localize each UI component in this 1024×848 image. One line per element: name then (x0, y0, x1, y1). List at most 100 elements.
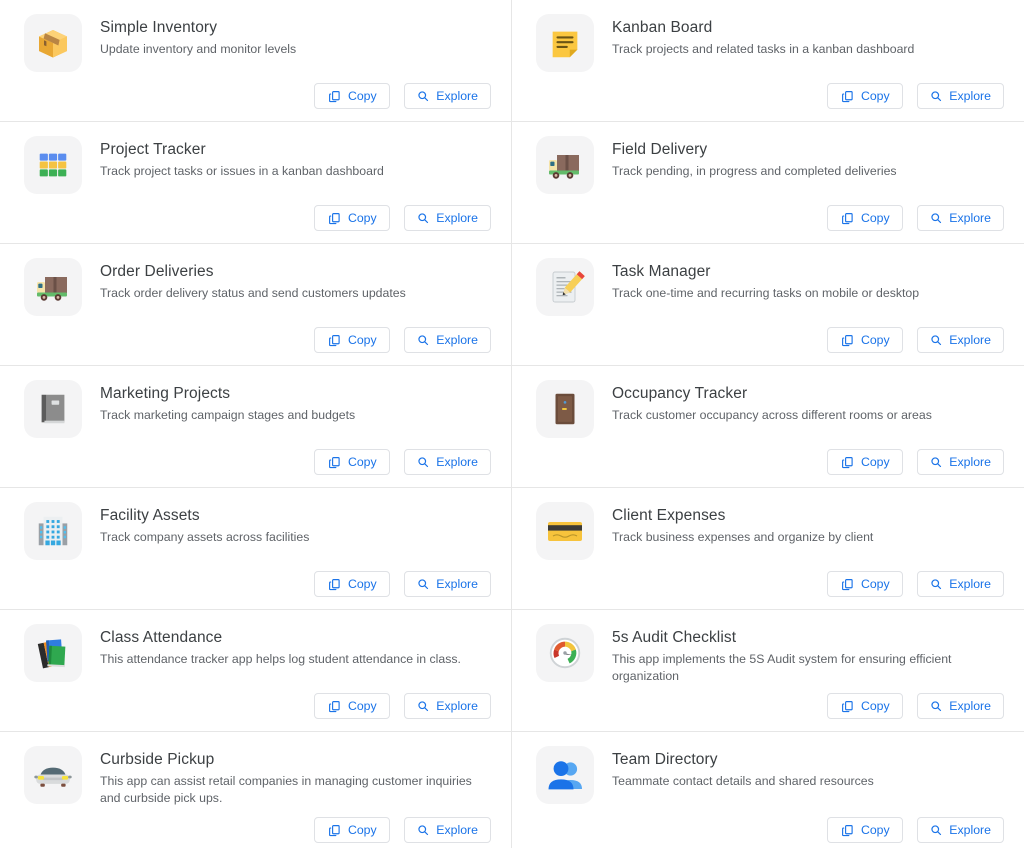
copy-button[interactable]: Copy (314, 83, 391, 109)
card-meta: Team Directory Teammate contact details … (612, 746, 874, 790)
explore-button[interactable]: Explore (404, 83, 491, 109)
card-meta: Client Expenses Track business expenses … (612, 502, 873, 546)
explore-button-label: Explore (436, 822, 478, 837)
search-icon (417, 334, 429, 346)
copy-button[interactable]: Copy (827, 693, 904, 719)
copy-button[interactable]: Copy (314, 449, 391, 475)
explore-button[interactable]: Explore (917, 205, 1004, 231)
copy-icon (328, 824, 341, 837)
copy-button-label: Copy (860, 88, 890, 103)
explore-button[interactable]: Explore (404, 817, 491, 843)
delivery-truck-icon (24, 258, 82, 316)
explore-button[interactable]: Explore (917, 817, 1004, 843)
gauge-meter-icon (536, 624, 594, 682)
search-icon (417, 90, 429, 102)
app-template-card[interactable]: Simple Inventory Update inventory and mo… (0, 0, 512, 122)
app-description: Teammate contact details and shared reso… (612, 774, 874, 789)
search-icon (417, 456, 429, 468)
app-title: Simple Inventory (100, 19, 218, 36)
copy-button[interactable]: Copy (827, 83, 904, 109)
card-header: Simple Inventory Update inventory and mo… (24, 14, 491, 72)
copy-icon (841, 578, 854, 591)
card-actions: Copy Explore (314, 327, 491, 353)
package-box-icon (24, 14, 82, 72)
copy-button[interactable]: Copy (314, 571, 391, 597)
app-title: Curbside Pickup (100, 751, 215, 768)
card-actions: Copy Explore (827, 571, 1004, 597)
card-header: Class Attendance This attendance tracker… (24, 624, 491, 682)
app-template-card[interactable]: Order Deliveries Track order delivery st… (0, 244, 512, 366)
copy-button[interactable]: Copy (314, 327, 391, 353)
card-meta: 5s Audit Checklist This app implements t… (612, 624, 1004, 685)
explore-button[interactable]: Explore (404, 449, 491, 475)
copy-icon (328, 700, 341, 713)
search-icon (930, 824, 942, 836)
app-template-card[interactable]: Team Directory Teammate contact details … (512, 732, 1024, 848)
app-template-card[interactable]: Task Manager Track one-time and recurrin… (512, 244, 1024, 366)
explore-button[interactable]: Explore (917, 571, 1004, 597)
copy-button[interactable]: Copy (314, 693, 391, 719)
app-title: 5s Audit Checklist (612, 629, 737, 646)
search-icon (930, 90, 942, 102)
app-template-card[interactable]: Occupancy Tracker Track customer occupan… (512, 366, 1024, 488)
copy-button[interactable]: Copy (827, 571, 904, 597)
app-description: Track business expenses and organize by … (612, 530, 874, 545)
explore-button[interactable]: Explore (917, 449, 1004, 475)
office-building-icon (24, 502, 82, 560)
search-icon (417, 824, 429, 836)
explore-button[interactable]: Explore (404, 327, 491, 353)
app-template-card[interactable]: Marketing Projects Track marketing campa… (0, 366, 512, 488)
card-actions: Copy Explore (827, 449, 1004, 475)
explore-button-label: Explore (436, 88, 478, 103)
copy-button[interactable]: Copy (314, 817, 391, 843)
copy-button[interactable]: Copy (827, 817, 904, 843)
explore-button[interactable]: Explore (404, 205, 491, 231)
copy-icon (841, 334, 854, 347)
copy-button[interactable]: Copy (314, 205, 391, 231)
app-description: Track pending, in progress and completed… (612, 164, 897, 179)
card-actions: Copy Explore (314, 693, 491, 719)
copy-icon (328, 578, 341, 591)
card-meta: Facility Assets Track company assets acr… (100, 502, 309, 546)
card-actions: Copy Explore (827, 693, 1004, 719)
app-template-card[interactable]: Facility Assets Track company assets acr… (0, 488, 512, 610)
explore-button[interactable]: Explore (404, 693, 491, 719)
card-actions: Copy Explore (314, 205, 491, 231)
app-template-card[interactable]: Kanban Board Track projects and related … (512, 0, 1024, 122)
app-template-card[interactable]: 5s Audit Checklist This app implements t… (512, 610, 1024, 732)
copy-icon (841, 212, 854, 225)
card-meta: Curbside Pickup This app can assist reta… (100, 746, 491, 807)
card-actions: Copy Explore (827, 327, 1004, 353)
card-header: Curbside Pickup This app can assist reta… (24, 746, 491, 807)
copy-button-label: Copy (347, 210, 377, 225)
app-template-card[interactable]: Field Delivery Track pending, in progres… (512, 122, 1024, 244)
app-description: Update inventory and monitor levels (100, 42, 297, 57)
app-title: Field Delivery (612, 141, 708, 158)
explore-button-label: Explore (949, 822, 991, 837)
copy-button[interactable]: Copy (827, 205, 904, 231)
app-template-card[interactable]: Project Tracker Track project tasks or i… (0, 122, 512, 244)
card-meta: Simple Inventory Update inventory and mo… (100, 14, 296, 58)
card-header: 5s Audit Checklist This app implements t… (536, 624, 1004, 685)
explore-button-label: Explore (436, 698, 478, 713)
card-header: Marketing Projects Track marketing campa… (24, 380, 491, 438)
search-icon (417, 212, 429, 224)
explore-button[interactable]: Explore (917, 327, 1004, 353)
explore-button[interactable]: Explore (404, 571, 491, 597)
card-meta: Class Attendance This attendance tracker… (100, 624, 461, 668)
app-template-card[interactable]: Curbside Pickup This app can assist reta… (0, 732, 512, 848)
search-icon (930, 578, 942, 590)
card-header: Facility Assets Track company assets acr… (24, 502, 491, 560)
copy-icon (328, 334, 341, 347)
app-template-card[interactable]: Class Attendance This attendance tracker… (0, 610, 512, 732)
explore-button[interactable]: Explore (917, 693, 1004, 719)
app-template-card[interactable]: Client Expenses Track business expenses … (512, 488, 1024, 610)
explore-button[interactable]: Explore (917, 83, 1004, 109)
copy-button[interactable]: Copy (827, 327, 904, 353)
card-actions: Copy Explore (827, 817, 1004, 843)
card-actions: Copy Explore (314, 83, 491, 109)
card-header: Occupancy Tracker Track customer occupan… (536, 380, 1004, 438)
card-meta: Occupancy Tracker Track customer occupan… (612, 380, 932, 424)
copy-icon (841, 700, 854, 713)
copy-button[interactable]: Copy (827, 449, 904, 475)
